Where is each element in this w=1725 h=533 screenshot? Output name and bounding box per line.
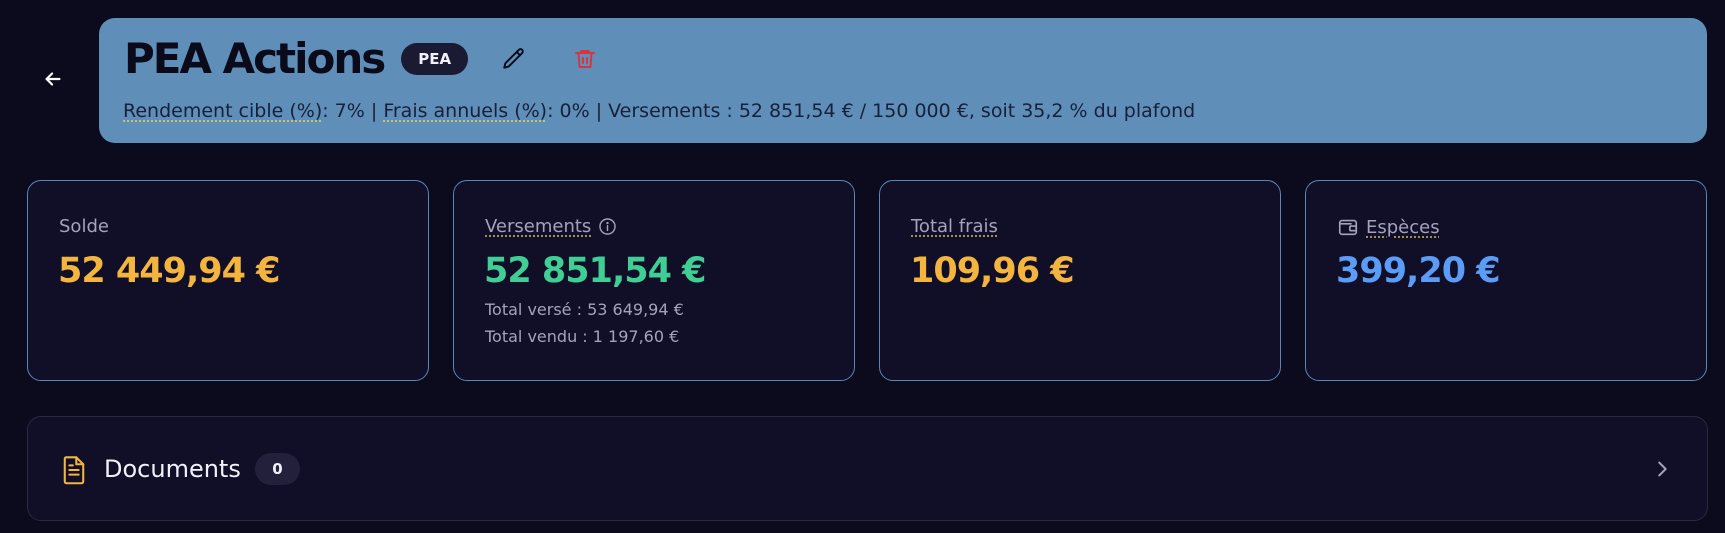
back-button[interactable] bbox=[38, 64, 68, 94]
page-title: PEA Actions bbox=[124, 34, 386, 83]
card-label: Versements bbox=[485, 216, 592, 237]
arrow-left-icon bbox=[45, 72, 61, 86]
summary-rest: : 0% | Versements : 52 851,54 € / 150 00… bbox=[547, 100, 1196, 122]
info-icon[interactable] bbox=[598, 217, 617, 236]
trash-icon bbox=[575, 50, 596, 68]
total-sold: Total vendu : 1 197,60 € bbox=[485, 327, 680, 346]
account-page: PEA Actions PEA Rendement cible (%): 7% … bbox=[0, 0, 1725, 533]
account-header: PEA Actions PEA Rendement cible (%): 7% … bbox=[99, 18, 1707, 143]
card-value: 399,20 € bbox=[1336, 251, 1501, 291]
annual-fees-label: Frais annuels (%) bbox=[383, 100, 548, 122]
edit-button[interactable] bbox=[497, 42, 531, 76]
pencil-icon bbox=[503, 48, 524, 69]
card-total-frais: Total frais 109,96 € bbox=[879, 180, 1281, 381]
chevron-right-icon bbox=[1658, 461, 1667, 477]
card-especes: Espèces 399,20 € bbox=[1305, 180, 1707, 381]
card-value: 52 449,94 € bbox=[58, 251, 280, 291]
wallet-icon bbox=[1338, 219, 1358, 236]
account-type-badge: PEA bbox=[401, 43, 469, 75]
target-yield-label: Rendement cible (%) bbox=[123, 100, 323, 122]
card-solde: Solde 52 449,94 € bbox=[27, 180, 429, 381]
documents-section[interactable]: Documents 0 bbox=[27, 416, 1708, 521]
account-summary: Rendement cible (%): 7% | Frais annuels … bbox=[123, 100, 1195, 122]
documents-count-badge: 0 bbox=[255, 453, 300, 485]
delete-button[interactable] bbox=[568, 42, 602, 76]
card-value: 52 851,54 € bbox=[484, 251, 706, 291]
target-yield-value: : 7% | bbox=[322, 100, 384, 122]
card-label: Espèces bbox=[1366, 216, 1440, 238]
total-deposited: Total versé : 53 649,94 € bbox=[485, 300, 684, 319]
documents-title: Documents bbox=[104, 455, 241, 483]
card-versements: Versements 52 851,54 € Total versé : 53 … bbox=[453, 180, 855, 381]
card-label: Total frais bbox=[911, 216, 998, 237]
card-value: 109,96 € bbox=[910, 251, 1075, 291]
card-label: Solde bbox=[59, 216, 109, 237]
document-icon bbox=[63, 456, 85, 485]
